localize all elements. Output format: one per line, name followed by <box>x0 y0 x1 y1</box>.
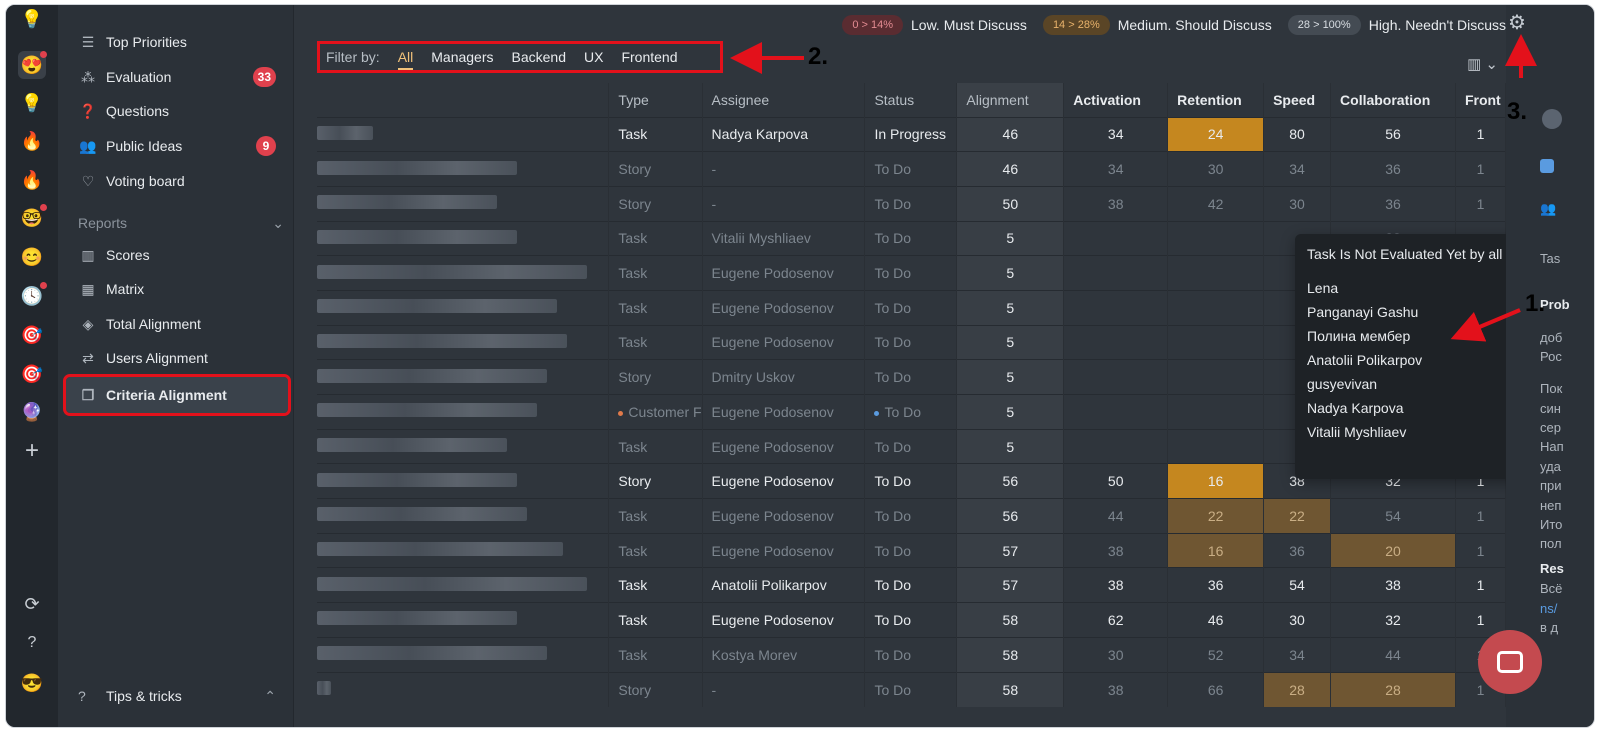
annotation-3: 3. <box>1507 98 1528 125</box>
annotation-1: 1. <box>1525 290 1546 317</box>
annotation-2: 2. <box>808 43 829 70</box>
annotation-arrows <box>730 34 1537 342</box>
